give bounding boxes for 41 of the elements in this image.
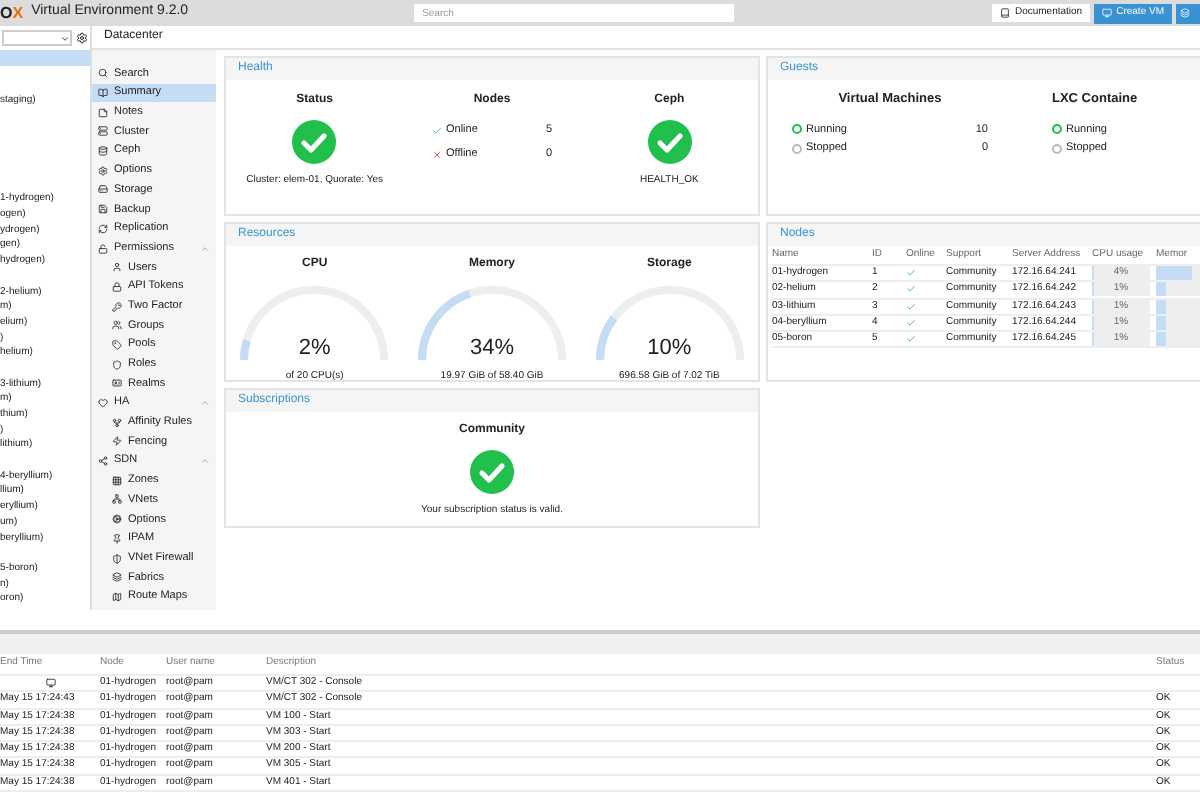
monitor-icon: [1102, 8, 1113, 18]
menu-item-icon: [112, 359, 122, 370]
menu-item-icon: [112, 591, 122, 602]
menu-item-icon: [98, 204, 108, 215]
create-button[interactable]: [1176, 3, 1200, 23]
menu-item-icon: [112, 514, 122, 525]
menu-item-icon: [112, 301, 122, 312]
logo: OX: [0, 1, 24, 25]
menu-item-icon: [112, 320, 122, 331]
menu-item-icon: [112, 475, 122, 486]
menu-item-icon: [98, 456, 108, 467]
book-icon: [1000, 8, 1011, 18]
chevron-down-icon: [60, 33, 70, 43]
menu-item-icon: [98, 398, 108, 409]
menu-item-icon: [112, 553, 122, 564]
menu-item-icon: [98, 165, 108, 176]
menu-item-icon: [112, 262, 122, 273]
chevron-up-icon: [200, 456, 210, 467]
menu-item-icon: [98, 223, 108, 234]
menu-item-icon: [112, 339, 122, 350]
settings-icon[interactable]: [76, 32, 88, 44]
menu-item-icon: [98, 126, 108, 137]
gauge-value: 10%: [645, 333, 694, 363]
menu-item-icon: [112, 572, 122, 583]
menu-item-icon: [112, 436, 122, 447]
gauge-value: 2%: [296, 333, 333, 363]
menu-item-icon: [112, 494, 122, 505]
monitor-icon: [45, 678, 55, 689]
menu-item-icon: [98, 243, 108, 254]
menu-item-icon: [112, 417, 122, 428]
chevron-up-icon: [200, 398, 210, 409]
menu-item-icon: [98, 184, 108, 195]
menu-item-icon: [98, 107, 108, 118]
menu-item-icon: [98, 146, 108, 157]
menu-item-icon: [98, 68, 108, 79]
menu-item-icon: [98, 88, 108, 99]
chevron-up-icon: [200, 243, 210, 254]
menu-item-icon: [112, 533, 122, 544]
menu-item-icon: [112, 378, 122, 389]
gauge-value: 34%: [467, 333, 517, 363]
menu-item-icon: [112, 281, 122, 292]
